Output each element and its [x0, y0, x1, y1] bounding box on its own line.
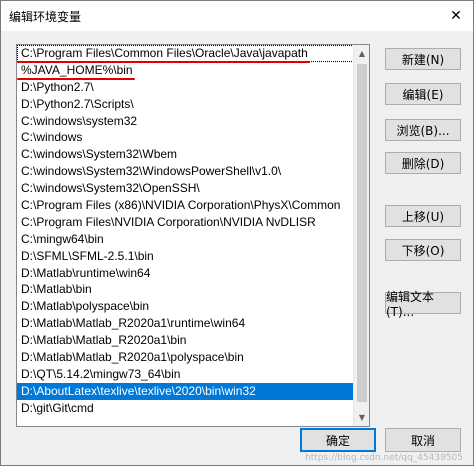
- path-list-item[interactable]: D:\Matlab\bin: [17, 281, 354, 298]
- cancel-button[interactable]: 取消: [385, 428, 461, 452]
- path-listbox[interactable]: C:\Program Files\Common Files\Oracle\Jav…: [16, 44, 370, 427]
- close-icon[interactable]: ✕: [445, 5, 467, 27]
- path-list-item[interactable]: D:\AboutLatex\texlive\texlive\2020\bin\w…: [17, 382, 354, 400]
- path-list-item[interactable]: D:\Matlab\polyspace\bin: [17, 298, 354, 315]
- path-list-item[interactable]: D:\Python2.7\: [17, 79, 354, 96]
- scroll-thumb[interactable]: [357, 64, 367, 402]
- path-list: C:\Program Files\Common Files\Oracle\Jav…: [17, 45, 354, 426]
- path-list-item[interactable]: C:\Program Files (x86)\NVIDIA Corporatio…: [17, 197, 354, 214]
- path-list-item[interactable]: D:\Matlab\Matlab_R2020a1\polyspace\bin: [17, 349, 354, 366]
- path-list-item[interactable]: C:\windows: [17, 129, 354, 146]
- edit-button[interactable]: 编辑(E): [385, 83, 461, 105]
- watermark: https://blog.csdn.net/qq_45439505: [304, 453, 463, 463]
- path-list-item[interactable]: D:\git\Git\cmd: [17, 400, 354, 417]
- path-list-item[interactable]: D:\Matlab\Matlab_R2020a1\runtime\win64: [17, 315, 354, 332]
- move-down-button[interactable]: 下移(O): [385, 239, 461, 261]
- path-list-item[interactable]: C:\windows\System32\OpenSSH\: [17, 180, 354, 197]
- ok-button[interactable]: 确定: [300, 428, 376, 452]
- scroll-up-arrow-icon[interactable]: ▲: [354, 45, 369, 62]
- vertical-scrollbar[interactable]: ▲ ▼: [353, 45, 369, 426]
- path-list-item[interactable]: D:\Matlab\runtime\win64: [17, 265, 354, 282]
- path-list-item[interactable]: C:\Program Files\NVIDIA Corporation\NVID…: [17, 214, 354, 231]
- path-list-item[interactable]: C:\windows\system32: [17, 113, 354, 130]
- scroll-down-arrow-icon[interactable]: ▼: [354, 409, 369, 426]
- path-list-item[interactable]: D:\SFML\SFML-2.5.1\bin: [17, 248, 354, 265]
- edit-text-button[interactable]: 编辑文本(T)...: [385, 290, 461, 319]
- window-title: 编辑环境变量: [9, 10, 82, 24]
- path-list-item[interactable]: C:\windows\System32\WindowsPowerShell\v1…: [17, 163, 354, 180]
- path-list-item[interactable]: %JAVA_HOME%\bin: [17, 62, 354, 80]
- path-list-item[interactable]: C:\Program Files\Common Files\Oracle\Jav…: [17, 45, 354, 63]
- title-bar: 编辑环境变量 ✕: [1, 1, 473, 31]
- path-list-item[interactable]: D:\Python2.7\Scripts\: [17, 96, 354, 113]
- new-button[interactable]: 新建(N): [385, 48, 461, 70]
- path-list-item[interactable]: D:\Matlab\Matlab_R2020a1\bin: [17, 332, 354, 349]
- path-list-item[interactable]: D:\QT\5.14.2\mingw73_64\bin: [17, 366, 354, 383]
- edit-env-var-dialog: 编辑环境变量 ✕ C:\Program Files\Common Files\O…: [0, 0, 474, 466]
- delete-button[interactable]: 删除(D): [385, 152, 461, 174]
- browse-button[interactable]: 浏览(B)...: [385, 119, 461, 141]
- move-up-button[interactable]: 上移(U): [385, 205, 461, 227]
- path-list-item[interactable]: C:\windows\System32\Wbem: [17, 146, 354, 163]
- path-list-item[interactable]: C:\mingw64\bin: [17, 231, 354, 248]
